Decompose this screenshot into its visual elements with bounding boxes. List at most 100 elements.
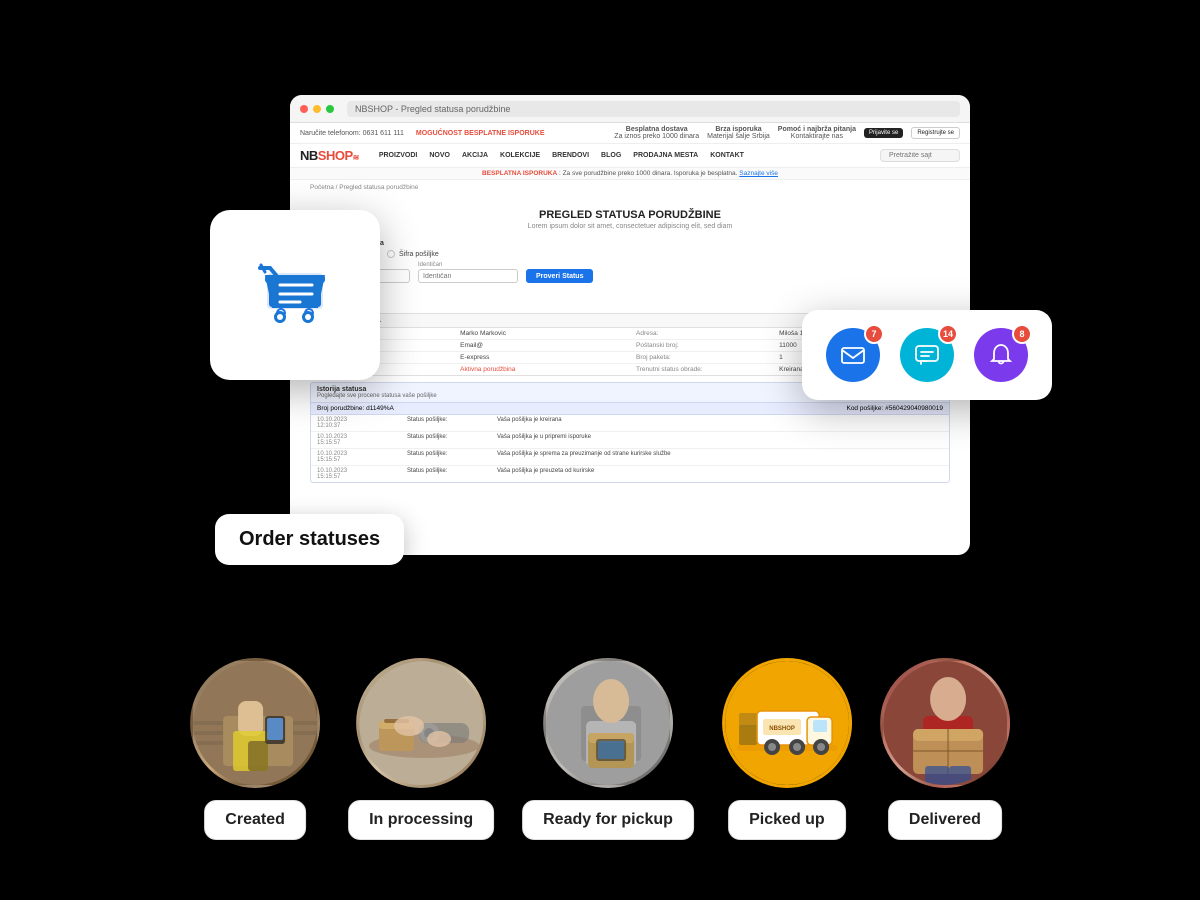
address-bar[interactable]: NBSHOP - Pregled statusa porudžbine	[347, 101, 960, 117]
radio-shipment-code[interactable]: Šifra pošiljke	[387, 250, 439, 258]
id-input[interactable]	[418, 269, 518, 283]
link2-sub: Materijal šalje Srbija	[707, 133, 770, 140]
truck-container: NBSHOP	[725, 661, 849, 785]
check-status-button[interactable]: Proveri Status	[526, 269, 593, 283]
step-circle-created	[190, 658, 320, 788]
logo-shop: SHOP	[318, 148, 353, 163]
radio-group: Broj porudžbine Šifra pošiljke	[310, 250, 950, 258]
notif-bell: 8	[974, 328, 1028, 382]
site-logo: NBSHOP≋	[300, 148, 359, 163]
chat-badge: 14	[938, 324, 958, 344]
nav-collections[interactable]: KOLEKCIJE	[500, 152, 540, 159]
cart-icon-main	[250, 250, 340, 340]
search-input[interactable]	[880, 149, 960, 162]
site-nav: NBSHOP≋ PROIZVODI NOVO AKCIJA KOLEKCIJE …	[290, 144, 970, 168]
link3-sub: Kontaktirajte nas	[791, 133, 843, 140]
step-label-pickedup: Picked up	[728, 800, 846, 840]
truck-icon: NBSHOP	[737, 683, 837, 763]
order-statuses-label: Order statuses	[215, 514, 404, 565]
radio-dot-inactive	[387, 250, 395, 258]
step-processing: In processing	[348, 658, 494, 840]
id-group: Identičan	[418, 262, 518, 283]
label-postal: Poštanski broj:	[630, 340, 773, 351]
status-history-table: 10.10.202312:10:37 Status pošiljke: Vaša…	[310, 415, 950, 483]
photo-created	[193, 661, 320, 788]
val-namika: E-express	[454, 352, 630, 363]
history-sub: Pogledajte sve procene statusa vaše poši…	[317, 393, 437, 399]
login-button[interactable]: Prijavite se	[864, 128, 903, 138]
step-label-created: Created	[204, 800, 306, 840]
input-row: E-mail Identičan Proveri Status	[310, 262, 950, 283]
tracking-form: Odaberite tip praćenja Broj porudžbine Š…	[310, 240, 950, 283]
photo-processing	[359, 661, 486, 788]
status-row: 10.10.202315:15:57 Status pošiljke: Vaša…	[311, 432, 949, 449]
status-row: 10.10.202312:10:37 Status pošiljke: Vaša…	[311, 415, 949, 432]
nav-contact[interactable]: KONTAKT	[710, 152, 744, 159]
browser-toolbar: NBSHOP - Pregled statusa porudžbine	[290, 95, 970, 123]
step-pickup: Ready for pickup	[522, 658, 694, 840]
site-topbar: Naručite telefonom: 0631 611 111 MOGUĆNO…	[290, 123, 970, 144]
step-label-pickup: Ready for pickup	[522, 800, 694, 840]
phone-label: Naručite telefonom: 0631 611 111	[300, 130, 404, 137]
radio-option2-label: Šifra pošiljke	[399, 251, 439, 258]
link3-label[interactable]: Pomoć i najbrža pitanja	[778, 126, 856, 133]
nav-brands[interactable]: BRENDOVI	[552, 152, 589, 159]
nav-products[interactable]: PROIZVODI	[379, 152, 418, 159]
history-order-row: Broj porudžbine: d1149%A Kod pošiljke: #…	[310, 403, 950, 415]
breadcrumb: Početna / Pregled statusa porudžbine	[290, 180, 970, 195]
status-desc2: Vaša pošiljka je u pripremi isporuke	[491, 432, 949, 448]
val-primalac: Marko Markovic	[454, 328, 630, 339]
label-adresa: Adresa:	[630, 328, 773, 339]
promo-link[interactable]: Saznajte više	[739, 170, 778, 177]
step-circle-delivered	[880, 658, 1010, 788]
time1: 10.10.202312:10:37	[311, 415, 401, 431]
step-circle-pickup	[543, 658, 673, 788]
promo-bar: BESPLATNA ISPORUKA : Za sve porudžbine p…	[290, 168, 970, 180]
step-delivered: Delivered	[880, 658, 1010, 840]
status-desc1: Vaša pošiljka je kreirana	[491, 415, 949, 431]
label-paketi: Broj paketa:	[630, 352, 773, 363]
time4: 10.10.202315:15:57	[311, 466, 401, 482]
nav-blog[interactable]: BLOG	[601, 152, 621, 159]
step-created: Created	[190, 658, 320, 840]
step-label-delivered: Delivered	[888, 800, 1002, 840]
step-circle-processing	[356, 658, 486, 788]
val-status: Aktivna porudžbina	[454, 364, 630, 375]
minimize-icon[interactable]	[313, 105, 321, 113]
nav-action[interactable]: AKCIJA	[462, 152, 488, 159]
step-label-processing: In processing	[348, 800, 494, 840]
link1-label[interactable]: Besplatna dostava	[626, 126, 688, 133]
status-label2: Status pošiljke:	[401, 432, 491, 448]
order-sub: Pregled porudžbine	[310, 302, 950, 309]
status-desc4: Vaša pošiljka je preuzeta od kurirske	[491, 466, 949, 482]
photo-delivered	[883, 661, 1010, 788]
step-circle-pickedup: NBSHOP	[722, 658, 852, 788]
page-title: PREGLED STATUSA PORUDŽBINE	[310, 209, 950, 221]
status-row: 10.10.202315:15:57 Status pošiljke: Vaša…	[311, 449, 949, 466]
register-button[interactable]: Registrujte se	[911, 127, 960, 139]
nav-new[interactable]: NOVO	[429, 152, 450, 159]
status-desc3: Vaša pošiljka je sprema za preuzimanje o…	[491, 449, 949, 465]
notif-chat: 14	[900, 328, 954, 382]
logo-icon: ≋	[353, 153, 359, 162]
val-email: Email@	[454, 340, 630, 351]
cart-card	[210, 210, 380, 380]
bell-badge: 8	[1012, 324, 1032, 344]
svg-text:NBSHOP: NBSHOP	[769, 726, 795, 732]
status-label3: Status pošiljke:	[401, 449, 491, 465]
maximize-icon[interactable]	[326, 105, 334, 113]
order-heading: Porudžbina	[310, 291, 950, 300]
status-steps-row: Created In processing	[190, 658, 1010, 840]
nav-stores[interactable]: PRODAJNA MESTA	[633, 152, 698, 159]
chat-icon	[913, 341, 941, 369]
time3: 10.10.202315:15:57	[311, 449, 401, 465]
step-pickedup: NBSHOP Picked up	[722, 658, 852, 840]
status-label4: Status pošiljke:	[401, 466, 491, 482]
close-icon[interactable]	[300, 105, 308, 113]
form-label: Odaberite tip praćenja	[310, 240, 950, 247]
history-ref-label: Kod pošiljke: #560429040980019	[846, 405, 943, 412]
label-current: Trenutni status obrade:	[630, 364, 773, 375]
email-icon	[839, 341, 867, 369]
status-row: 10.10.202315:15:57 Status pošiljke: Vaša…	[311, 466, 949, 482]
link2-label[interactable]: Brza isporuka	[715, 126, 761, 133]
